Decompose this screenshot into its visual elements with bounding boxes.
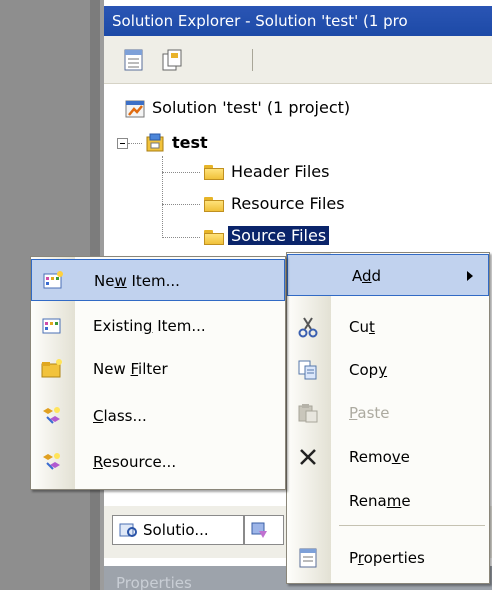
- menu-item-copy[interactable]: Copy: [287, 349, 489, 391]
- menu-item-rename[interactable]: Rename: [287, 480, 489, 522]
- solution-explorer-title[interactable]: Solution Explorer - Solution 'test' (1 p…: [104, 6, 492, 36]
- menu-separator: [339, 525, 485, 526]
- menu-item-existing-item[interactable]: Existing Item...: [31, 305, 285, 347]
- resource-icon: [43, 453, 60, 470]
- menu-item-label: Rename: [349, 492, 411, 510]
- folder-icon: [204, 197, 224, 212]
- menu-item-properties[interactable]: Properties: [287, 537, 489, 579]
- class-view-tab-icon: [251, 522, 267, 538]
- toolbar-separator: [252, 49, 253, 71]
- menu-item-paste[interactable]: Paste: [287, 392, 489, 434]
- menu-item-label: Cut: [349, 318, 375, 336]
- tree-connector: [128, 143, 142, 144]
- class-icon: [43, 407, 60, 424]
- folder-icon: [204, 230, 224, 245]
- submenu-arrow-icon: [467, 271, 473, 281]
- existing-item-icon: [42, 318, 61, 334]
- remove-icon: [300, 449, 316, 465]
- tree-item-solution[interactable]: Solution 'test' (1 project): [152, 97, 350, 119]
- tree-item-source-files[interactable]: Source Files: [226, 225, 331, 246]
- tab-solution-explorer[interactable]: Solutio...: [112, 515, 244, 545]
- properties-icon[interactable]: [122, 48, 146, 72]
- menu-item-label: Properties: [349, 549, 425, 567]
- copy-icon: [298, 360, 317, 380]
- solution-explorer-toolbar: [104, 36, 492, 84]
- collapse-toggle[interactable]: [117, 138, 128, 149]
- project-icon: [146, 133, 164, 152]
- context-menu: Add Cut Copy Paste Remove Rename Propert…: [286, 252, 490, 584]
- cut-icon: [298, 317, 318, 338]
- menu-item-cut[interactable]: Cut: [287, 306, 489, 348]
- tree-connector: [162, 237, 200, 238]
- show-all-files-icon[interactable]: [160, 48, 184, 72]
- menu-item-new-item[interactable]: New Item...: [31, 259, 285, 301]
- solution-tree: Solution 'test' (1 project) test Header …: [104, 84, 492, 254]
- paste-icon: [298, 404, 318, 423]
- tree-item-header-files[interactable]: Header Files: [231, 161, 329, 183]
- tab-solution-label: Solutio...: [143, 521, 209, 539]
- menu-item-label: New Item...: [94, 272, 180, 290]
- tab-class-view[interactable]: [244, 515, 284, 545]
- new-item-icon: [43, 271, 63, 289]
- menu-item-label: Copy: [349, 361, 388, 379]
- menu-item-add[interactable]: Add: [287, 254, 489, 296]
- menu-item-label: Remove: [349, 448, 410, 466]
- menu-item-new-filter[interactable]: New Filter: [31, 348, 285, 390]
- solution-explorer-tab-icon: [119, 523, 137, 537]
- folder-icon: [204, 165, 224, 180]
- properties-icon: [299, 548, 317, 568]
- new-filter-icon: [41, 359, 62, 378]
- add-submenu: New Item... Existing Item... New Filter …: [30, 256, 286, 490]
- menu-item-label: Resource...: [93, 453, 177, 471]
- menu-item-class[interactable]: Class...: [31, 395, 285, 437]
- solution-icon: [125, 100, 145, 118]
- menu-item-label: Add: [352, 267, 382, 285]
- menu-item-label: New Filter: [93, 360, 168, 378]
- menu-item-resource[interactable]: Resource...: [31, 441, 285, 483]
- tree-item-resource-files[interactable]: Resource Files: [231, 193, 345, 215]
- menu-item-label: Existing Item...: [93, 317, 206, 335]
- tree-item-project[interactable]: test: [172, 132, 208, 154]
- tree-connector: [162, 172, 200, 173]
- menu-item-label: Paste: [349, 404, 390, 422]
- tree-connector: [162, 156, 163, 238]
- menu-item-remove[interactable]: Remove: [287, 436, 489, 478]
- tree-connector: [162, 204, 200, 205]
- menu-item-label: Class...: [93, 407, 147, 425]
